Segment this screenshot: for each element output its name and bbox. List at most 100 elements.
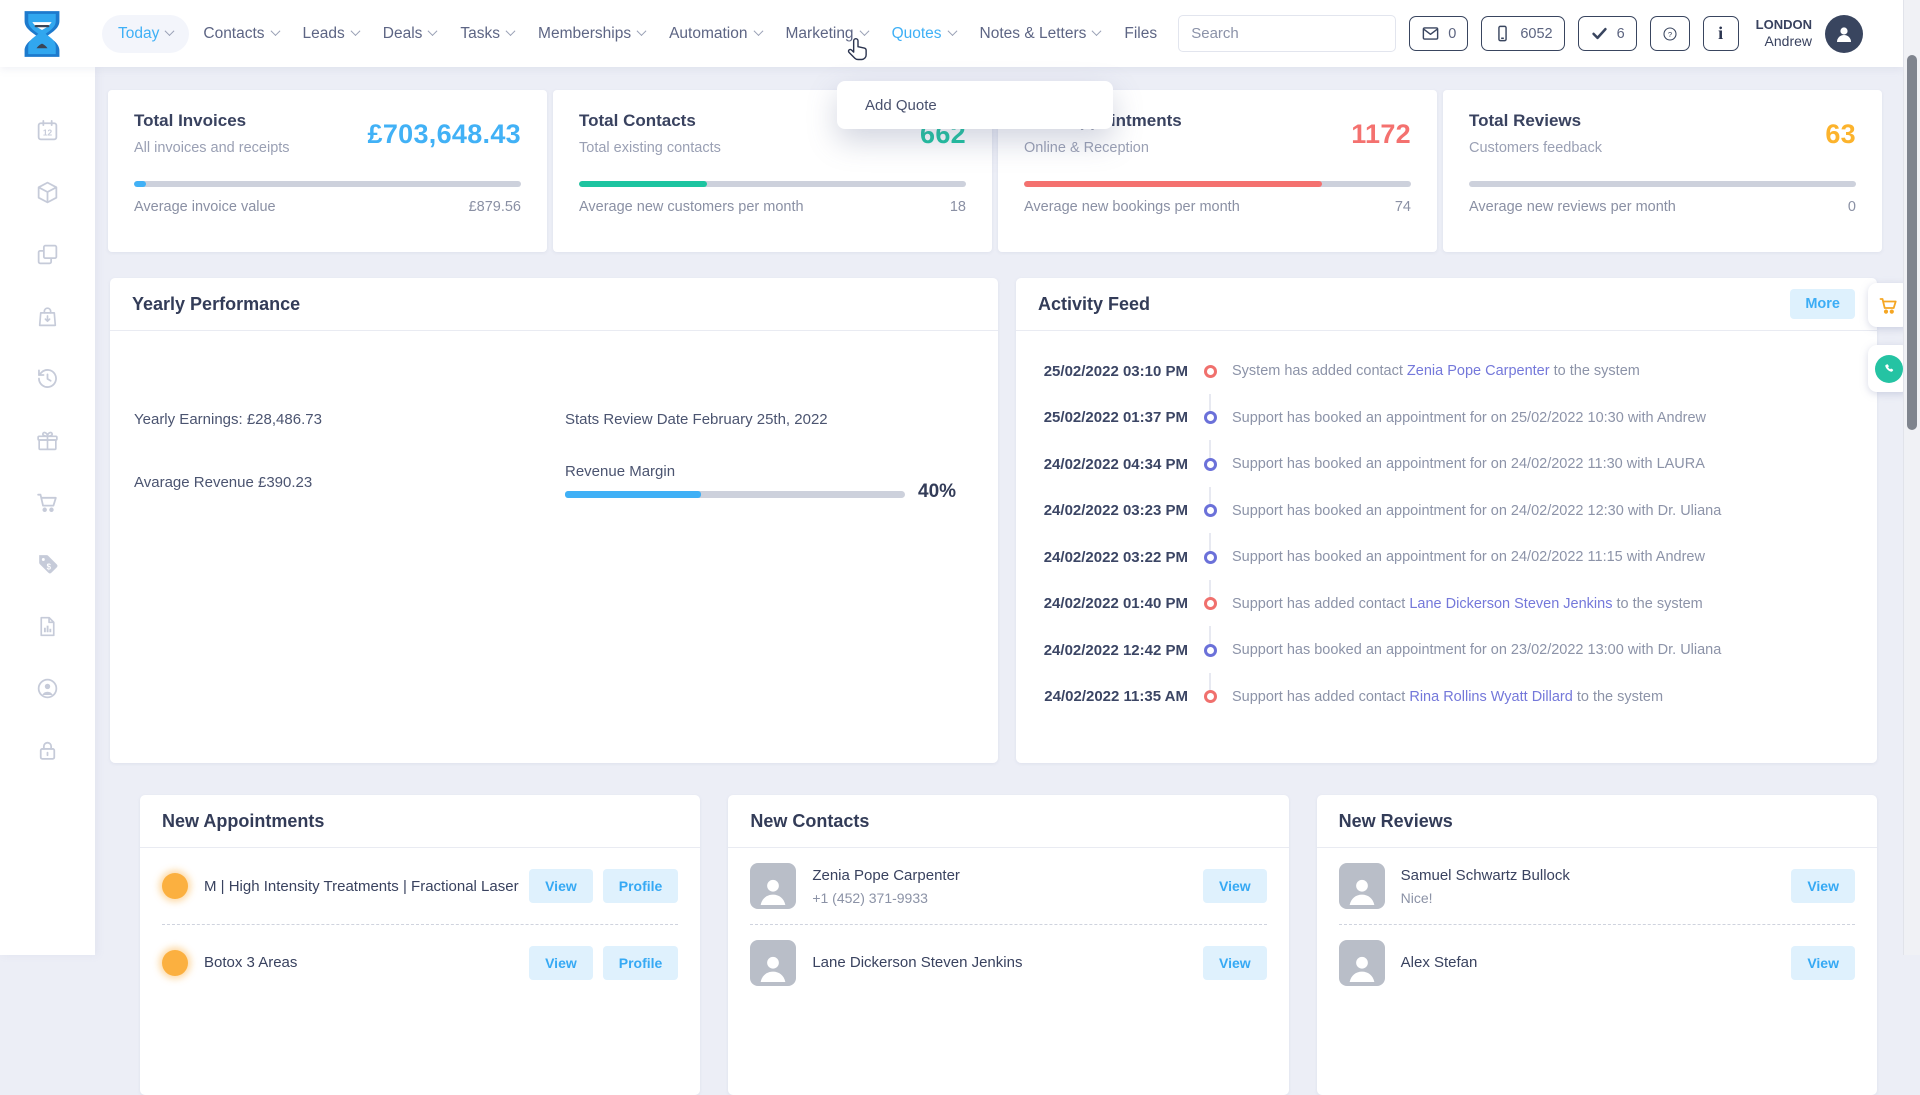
feed-time: 24/02/2022 04:34 PM (1016, 456, 1188, 473)
bottom-row: New Appointments M | High Intensity Trea… (140, 795, 1877, 1095)
stat-subtitle: Total existing contacts (579, 140, 721, 156)
nav-item-automation[interactable]: Automation (659, 15, 771, 53)
stat-subtitle: Online & Reception (1024, 140, 1182, 156)
nav-item-marketing[interactable]: Marketing (776, 15, 878, 53)
timeline-dot (1204, 551, 1217, 564)
contact-link[interactable]: Zenia Pope Carpenter (1407, 363, 1550, 379)
feed-entry: 25/02/2022 03:10 PM System has added con… (1016, 348, 1877, 395)
nav-item-quotes[interactable]: Quotes (882, 15, 966, 53)
timeline-dot (1204, 690, 1217, 703)
progress-track (579, 181, 966, 187)
contact-name: Lane Dickerson Steven Jenkins (812, 954, 1203, 971)
feed-message: Support has booked an appointment for on… (1232, 549, 1705, 565)
view-button[interactable]: View (529, 946, 593, 980)
stat-value: 63 (1825, 119, 1856, 156)
appointment-row: Botox 3 Areas View Profile (162, 924, 678, 1000)
info-button[interactable]: i (1703, 16, 1739, 51)
stat-title: Total Reviews (1469, 111, 1602, 131)
gift-icon[interactable] (35, 428, 60, 453)
nav-item-memberships[interactable]: Memberships (528, 15, 655, 53)
stat-title: Total Contacts (579, 111, 721, 131)
feed-time: 24/02/2022 11:35 AM (1016, 688, 1188, 705)
info-icon: i (1718, 23, 1723, 44)
person-icon (1832, 22, 1856, 46)
feed-message: Support has added contact Lane Dickerson… (1232, 596, 1703, 612)
help-icon: ? (1662, 24, 1678, 44)
new-appointments-panel: New Appointments M | High Intensity Trea… (140, 795, 700, 1095)
feed-message: Support has booked an appointment for on… (1232, 456, 1705, 472)
nav-item-notes-letters[interactable]: Notes & Letters (970, 15, 1111, 53)
feed-entry: 24/02/2022 03:22 PM Support has booked a… (1016, 534, 1877, 581)
nav-right-cluster: 0 6052 6 ? i LONDON Andrew (1178, 15, 1863, 53)
person-silhouette-icon (1343, 871, 1381, 909)
calendar-icon[interactable]: 12 (35, 118, 60, 143)
price-tag-icon[interactable]: $ (35, 552, 60, 577)
feed-entry: 24/02/2022 03:23 PM Support has booked a… (1016, 488, 1877, 535)
search-input[interactable] (1179, 25, 1396, 42)
stat-subtitle: All invoices and receipts (134, 140, 290, 156)
nav-item-leads[interactable]: Leads (293, 15, 369, 53)
nav-item-today[interactable]: Today (102, 15, 189, 53)
phone-counter-button[interactable]: 6052 (1481, 16, 1564, 51)
activity-feed-list: 25/02/2022 03:10 PM System has added con… (1016, 331, 1877, 720)
products-box-icon[interactable] (35, 180, 60, 205)
nav-label: Contacts (203, 25, 264, 43)
contact-link[interactable]: Rina Rollins Wyatt Dillard (1409, 689, 1572, 705)
new-reviews-panel: New Reviews Samuel Schwartz Bullock Nice… (1317, 795, 1877, 1095)
history-icon[interactable] (35, 366, 60, 391)
user-circle-icon[interactable] (35, 676, 60, 701)
nav-label: Marketing (786, 25, 854, 43)
view-button[interactable]: View (1203, 869, 1267, 903)
stats-review-date: Stats Review Date February 25th, 2022 (565, 411, 828, 428)
app-logo-hourglass-icon[interactable] (20, 9, 64, 59)
user-avatar[interactable] (1825, 15, 1863, 53)
feed-time: 25/02/2022 01:37 PM (1016, 409, 1188, 426)
appointment-name: M | High Intensity Treatments | Fraction… (204, 878, 529, 895)
feed-entry: 25/02/2022 01:37 PM Support has booked a… (1016, 395, 1877, 442)
nav-item-tasks[interactable]: Tasks (450, 15, 524, 53)
stat-footer-value: £879.56 (469, 199, 521, 215)
nav-label: Quotes (892, 25, 942, 43)
nav-item-deals[interactable]: Deals (373, 15, 447, 53)
feed-message: Support has booked an appointment for on… (1232, 410, 1706, 426)
page-scrollbar-thumb[interactable] (1907, 55, 1917, 430)
feed-message: System has added contact Zenia Pope Carp… (1232, 363, 1640, 379)
view-button[interactable]: View (1791, 946, 1855, 980)
phone-count: 6052 (1520, 26, 1552, 42)
chevron-down-icon (428, 26, 438, 36)
main-menu: Today Contacts Leads Deals Tasks Members… (102, 15, 1167, 53)
profile-button[interactable]: Profile (603, 869, 679, 903)
feed-message: Support has booked an appointment for on… (1232, 503, 1721, 519)
svg-text:$: $ (47, 562, 52, 571)
timeline-dot (1204, 504, 1217, 517)
view-button[interactable]: View (1791, 869, 1855, 903)
stat-card-total-reviews: Total Reviews Customers feedback 63 Aver… (1443, 90, 1882, 252)
stat-footer-label: Average new bookings per month (1024, 199, 1240, 215)
envelope-icon (1421, 24, 1440, 43)
mail-counter-button[interactable]: 0 (1409, 16, 1468, 51)
cart-icon[interactable] (35, 490, 60, 515)
progress-fill (579, 181, 707, 187)
revenue-margin-fill (565, 491, 701, 498)
stat-footer-value: 74 (1395, 199, 1411, 215)
bookings-bag-icon[interactable] (35, 304, 60, 329)
reports-document-icon[interactable] (35, 614, 60, 639)
tasks-counter-button[interactable]: 6 (1578, 16, 1637, 51)
appointment-status-dot (162, 873, 188, 899)
activity-feed-panel: Activity Feed More 25/02/2022 03:10 PM S… (1016, 278, 1877, 763)
profile-button[interactable]: Profile (603, 946, 679, 980)
nav-item-contacts[interactable]: Contacts (193, 15, 288, 53)
menu-item-add-quote[interactable]: Add Quote (837, 87, 1113, 123)
contact-row: Lane Dickerson Steven Jenkins View (750, 924, 1266, 1000)
lock-icon[interactable] (35, 738, 60, 763)
view-button[interactable]: View (529, 869, 593, 903)
appointment-status-dot (162, 950, 188, 976)
panel-title: Yearly Performance (132, 294, 300, 315)
avatar-placeholder (750, 940, 796, 986)
duplicates-copy-icon[interactable] (35, 242, 60, 267)
view-button[interactable]: View (1203, 946, 1267, 980)
contact-link[interactable]: Lane Dickerson Steven Jenkins (1409, 596, 1612, 612)
more-button[interactable]: More (1790, 289, 1855, 319)
nav-item-files[interactable]: Files (1114, 15, 1167, 53)
help-button[interactable]: ? (1650, 16, 1690, 51)
